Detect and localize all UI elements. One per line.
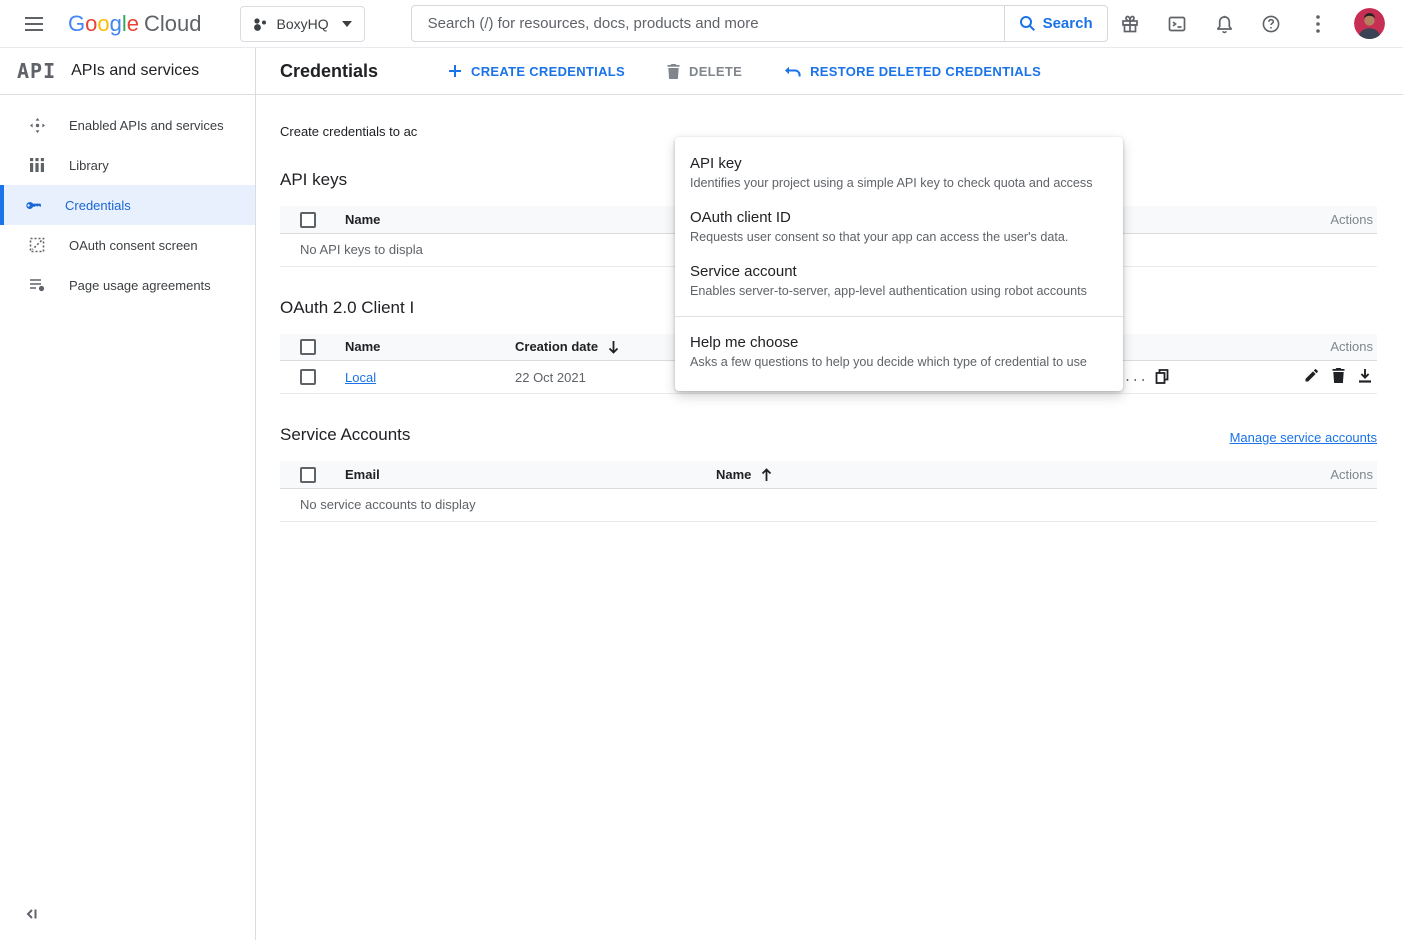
plus-icon: [448, 64, 462, 78]
chevron-down-icon: [342, 21, 352, 27]
api-product-logo: API: [17, 59, 56, 83]
sidebar-item-label: OAuth consent screen: [69, 238, 198, 253]
delete-button[interactable]: DELETE: [659, 58, 750, 85]
select-all-checkbox[interactable]: [300, 212, 316, 228]
column-header-actions: Actions: [1242, 334, 1377, 361]
sidebar-item-label: Credentials: [65, 198, 131, 213]
library-icon: [29, 157, 46, 174]
sidebar-nav: Enabled APIs and services Library Cre: [0, 95, 255, 305]
delete-row-icon[interactable]: [1330, 368, 1346, 384]
main-content: Credentials CREATE CREDENTIALS DELETE: [256, 48, 1403, 940]
sidebar-item-label: Page usage agreements: [69, 278, 211, 293]
menu-item-oauth-client-id[interactable]: OAuth client ID Requests user consent so…: [675, 200, 1123, 254]
column-header-email: Email: [345, 461, 716, 488]
enabled-apis-icon: [29, 117, 46, 134]
page-title: Credentials: [280, 61, 378, 82]
logo-cloud-text: Cloud: [144, 11, 201, 37]
agreements-list-icon: [29, 277, 46, 294]
project-selector[interactable]: BoxyHQ: [240, 6, 365, 42]
page-header: Credentials CREATE CREDENTIALS DELETE: [256, 48, 1403, 95]
sidebar: API APIs and services Enabled APIs and s…: [0, 48, 256, 940]
download-icon[interactable]: [1357, 368, 1373, 384]
search-input[interactable]: [412, 15, 1004, 32]
client-name-link[interactable]: Local: [345, 370, 376, 385]
menu-item-title: API key: [690, 155, 1108, 172]
search-button[interactable]: Search: [1004, 6, 1107, 41]
search-icon: [1019, 15, 1036, 32]
sidebar-title: APIs and services: [71, 62, 199, 80]
table-header-row: Email Name Actions: [280, 461, 1377, 488]
more-options-icon[interactable]: [1307, 13, 1329, 35]
service-accounts-table: Email Name Actions No service accounts t…: [280, 461, 1377, 522]
logo-letter: e: [127, 11, 139, 37]
key-icon: [25, 197, 42, 214]
cloud-shell-icon[interactable]: [1166, 13, 1188, 35]
logo-letter: G: [68, 11, 85, 37]
trash-icon: [667, 64, 680, 79]
restore-deleted-credentials-label: RESTORE DELETED CREDENTIALS: [810, 64, 1041, 79]
create-credentials-button[interactable]: CREATE CREDENTIALS: [440, 58, 633, 85]
delete-label: DELETE: [689, 64, 742, 79]
sidebar-item-page-usage-agreements[interactable]: Page usage agreements: [0, 265, 255, 305]
creation-date-label: Creation date: [515, 339, 598, 354]
menu-item-api-key[interactable]: API key Identifies your project using a …: [675, 146, 1123, 200]
oauth-consent-icon: [29, 237, 46, 254]
global-search: Search: [411, 5, 1108, 42]
empty-state-row: No service accounts to display: [280, 488, 1377, 521]
help-icon[interactable]: [1260, 13, 1282, 35]
logo-letter: o: [85, 11, 97, 37]
hamburger-menu-icon[interactable]: [24, 17, 44, 31]
copy-icon[interactable]: [1155, 369, 1169, 384]
menu-item-title: Help me choose: [690, 334, 1108, 351]
menu-divider: [675, 316, 1123, 317]
sidebar-item-oauth-consent-screen[interactable]: OAuth consent screen: [0, 225, 255, 265]
sidebar-header: API APIs and services: [0, 48, 255, 95]
service-accounts-section-title: Service Accounts: [280, 425, 410, 445]
column-header-name: Name: [716, 461, 1257, 488]
search-button-label: Search: [1043, 15, 1093, 32]
menu-item-help-me-choose[interactable]: Help me choose Asks a few questions to h…: [675, 325, 1123, 379]
sort-descending-icon[interactable]: [607, 340, 620, 354]
sidebar-item-label: Library: [69, 158, 109, 173]
undo-icon: [784, 65, 801, 78]
create-credentials-menu: API key Identifies your project using a …: [675, 137, 1123, 391]
sidebar-item-label: Enabled APIs and services: [69, 118, 224, 133]
menu-item-service-account[interactable]: Service account Enables server-to-server…: [675, 254, 1123, 308]
gift-icon[interactable]: [1119, 13, 1141, 35]
create-credentials-label: CREATE CREDENTIALS: [471, 64, 625, 79]
edit-icon[interactable]: [1303, 368, 1319, 384]
restore-deleted-credentials-button[interactable]: RESTORE DELETED CREDENTIALS: [776, 58, 1049, 85]
manage-service-accounts-link[interactable]: Manage service accounts: [1230, 430, 1377, 445]
project-name: BoxyHQ: [277, 16, 329, 32]
row-checkbox[interactable]: [300, 369, 316, 385]
column-header-actions: Actions: [1257, 206, 1377, 233]
sidebar-item-enabled-apis[interactable]: Enabled APIs and services: [0, 105, 255, 145]
column-header-name: Name: [345, 334, 515, 361]
menu-item-description: Asks a few questions to help you decide …: [690, 355, 1108, 369]
sort-ascending-icon[interactable]: [760, 468, 773, 482]
sidebar-item-credentials[interactable]: Credentials: [0, 185, 255, 225]
collapse-sidebar-icon[interactable]: [24, 906, 42, 924]
sidebar-item-library[interactable]: Library: [0, 145, 255, 185]
project-logo-icon: [253, 16, 268, 32]
logo-letter: o: [97, 11, 109, 37]
service-accounts-empty-text: No service accounts to display: [280, 488, 1377, 521]
name-label: Name: [716, 467, 751, 482]
logo-letter: g: [110, 11, 122, 37]
user-avatar[interactable]: [1354, 8, 1385, 39]
notifications-bell-icon[interactable]: [1213, 13, 1235, 35]
column-header-actions: Actions: [1257, 461, 1377, 488]
menu-item-description: Enables server-to-server, app-level auth…: [690, 284, 1108, 298]
menu-item-description: Requests user consent so that your app c…: [690, 230, 1108, 244]
google-cloud-logo[interactable]: Google Cloud: [68, 11, 202, 37]
select-all-checkbox[interactable]: [300, 339, 316, 355]
menu-item-title: Service account: [690, 263, 1108, 280]
top-bar: Google Cloud BoxyHQ Search: [0, 0, 1403, 48]
menu-item-title: OAuth client ID: [690, 209, 1108, 226]
menu-item-description: Identifies your project using a simple A…: [690, 176, 1108, 190]
select-all-checkbox[interactable]: [300, 467, 316, 483]
